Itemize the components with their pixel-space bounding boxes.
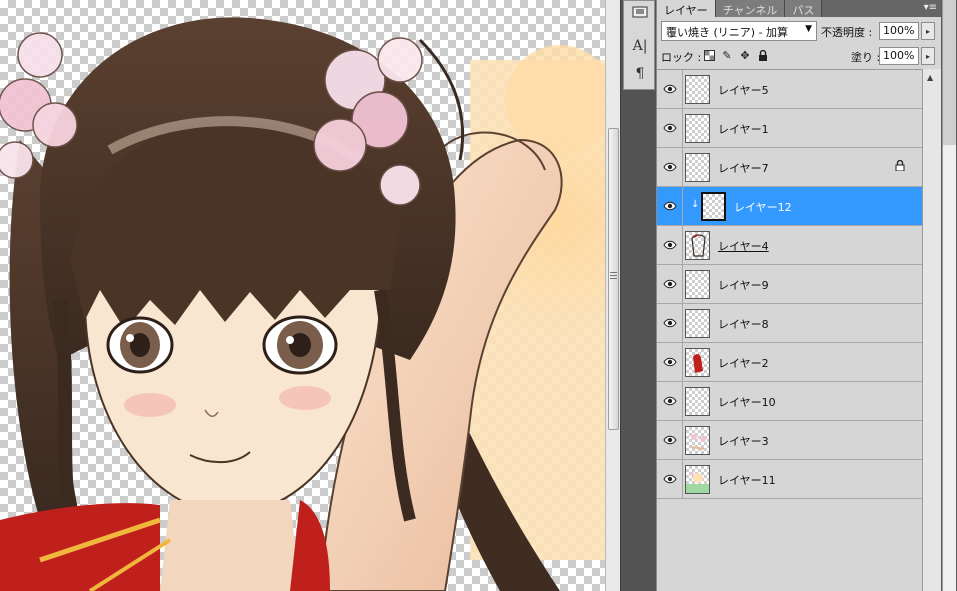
paragraph-tool-icon[interactable]: ¶ [627,63,653,85]
opacity-field[interactable]: 100% [879,22,919,40]
layer-thumbnail[interactable] [685,75,710,104]
layer-row[interactable]: レイヤー10 [657,382,922,421]
layer-name[interactable]: レイヤー10 [718,394,776,410]
canvas-vertical-scrollbar[interactable] [605,0,620,591]
layer-row[interactable]: レイヤー1 [657,109,922,148]
layer-thumbnail[interactable] [685,270,710,299]
layer-thumbnail[interactable] [685,153,710,182]
layer-thumbnail[interactable] [685,465,710,494]
scroll-up-icon[interactable]: ▲ [927,73,933,82]
visibility-eye-icon[interactable] [657,421,683,459]
layer-thumbnail[interactable] [685,231,710,260]
lock-position-icon[interactable]: ✥ [739,49,751,62]
right-dock-edge [941,0,957,591]
panel-tabs: レイヤー チャンネル パス [657,0,942,17]
layer-list: レイヤー5 レイヤー1 レイヤー7 ↓ レイヤー12 レイヤー4 レイヤー9 レイヤー8 レイヤ… [657,69,922,591]
collapsed-panel-dock: A| ¶ [620,0,656,591]
panel-menu-icon[interactable]: ▾≡ [924,2,937,13]
visibility-eye-icon[interactable] [657,382,683,420]
lock-all-icon[interactable] [757,49,769,61]
layer-row[interactable]: レイヤー11 [657,460,922,499]
layer-row[interactable]: レイヤー3 [657,421,922,460]
fill-slider-button[interactable]: ▸ [921,47,935,65]
lock-label: ロック : [661,51,702,64]
visibility-eye-icon[interactable] [657,226,683,264]
scrollbar-thumb[interactable] [608,128,619,430]
layers-panel: レイヤー チャンネル パス ▾≡ 覆い焼き (リニア) - 加算 ▼ 不透明度 … [656,0,942,591]
visibility-eye-icon[interactable] [657,265,683,303]
layer-row[interactable]: レイヤー5 [657,70,922,109]
layer-row[interactable]: レイヤー7 [657,148,922,187]
visibility-eye-icon[interactable] [657,187,683,225]
layer-lock-icon [895,159,905,174]
layer-name[interactable]: レイヤー4 [718,238,769,254]
fill-label: 塗り : [851,51,881,64]
character-tool-icon[interactable]: A| [627,35,653,57]
blend-options-row: 覆い焼き (リニア) - 加算 ▼ 不透明度 : 100% ▸ [661,21,939,41]
layer-thumbnail[interactable] [685,114,710,143]
layer-row[interactable]: ↓ レイヤー12 [657,187,922,226]
panel-icon[interactable] [627,1,653,23]
layer-thumbnail[interactable] [685,426,710,455]
tab-paths[interactable]: パス [785,0,823,17]
visibility-eye-icon[interactable] [657,343,683,381]
chevron-down-icon: ▼ [805,24,812,34]
tab-layers[interactable]: レイヤー [657,0,716,17]
tool-icon-group: A| ¶ [623,0,655,90]
lock-options-row: ロック : ✎ ✥ 塗り : 100% ▸ [661,46,939,66]
blend-mode-select[interactable]: 覆い焼き (リニア) - 加算 ▼ [661,21,817,41]
artwork-illustration [0,17,605,591]
layer-name[interactable]: レイヤー11 [718,472,776,488]
lock-paint-icon[interactable]: ✎ [721,49,733,62]
adjacent-panel-scrollbar[interactable] [942,145,956,591]
layer-row[interactable]: レイヤー8 [657,304,922,343]
layer-name[interactable]: レイヤー5 [718,82,769,98]
adjacent-panel [942,0,956,145]
layer-name[interactable]: レイヤー2 [718,355,769,371]
lock-transparency-icon[interactable] [703,49,715,61]
layer-name[interactable]: レイヤー1 [718,121,769,137]
visibility-eye-icon[interactable] [657,148,683,186]
layer-list-scrollbar[interactable]: ▲ [922,69,942,591]
visibility-eye-icon[interactable] [657,304,683,342]
layer-row[interactable]: レイヤー9 [657,265,922,304]
blend-mode-value: 覆い焼き (リニア) - 加算 [666,26,789,39]
layer-row[interactable]: レイヤー4 [657,226,922,265]
fill-field[interactable]: 100% [879,47,919,65]
layer-thumbnail[interactable] [685,387,710,416]
layer-name[interactable]: レイヤー8 [718,316,769,332]
layer-thumbnail[interactable] [685,309,710,338]
visibility-eye-icon[interactable] [657,460,683,498]
layer-name[interactable]: レイヤー9 [718,277,769,293]
opacity-slider-button[interactable]: ▸ [921,22,935,40]
layer-name[interactable]: レイヤー12 [734,199,792,215]
clipping-mask-arrow-icon: ↓ [691,199,700,210]
layer-name[interactable]: レイヤー7 [718,160,769,176]
scrollbar-grip [610,272,617,273]
layer-thumbnail[interactable] [685,348,710,377]
visibility-eye-icon[interactable] [657,109,683,147]
document-canvas[interactable] [0,0,605,591]
layer-thumbnail[interactable] [701,192,726,221]
layer-name[interactable]: レイヤー3 [718,433,769,449]
opacity-label: 不透明度 : [821,26,873,39]
layer-row[interactable]: レイヤー2 [657,343,922,382]
tab-channels[interactable]: チャンネル [715,0,786,17]
visibility-eye-icon[interactable] [657,70,683,108]
